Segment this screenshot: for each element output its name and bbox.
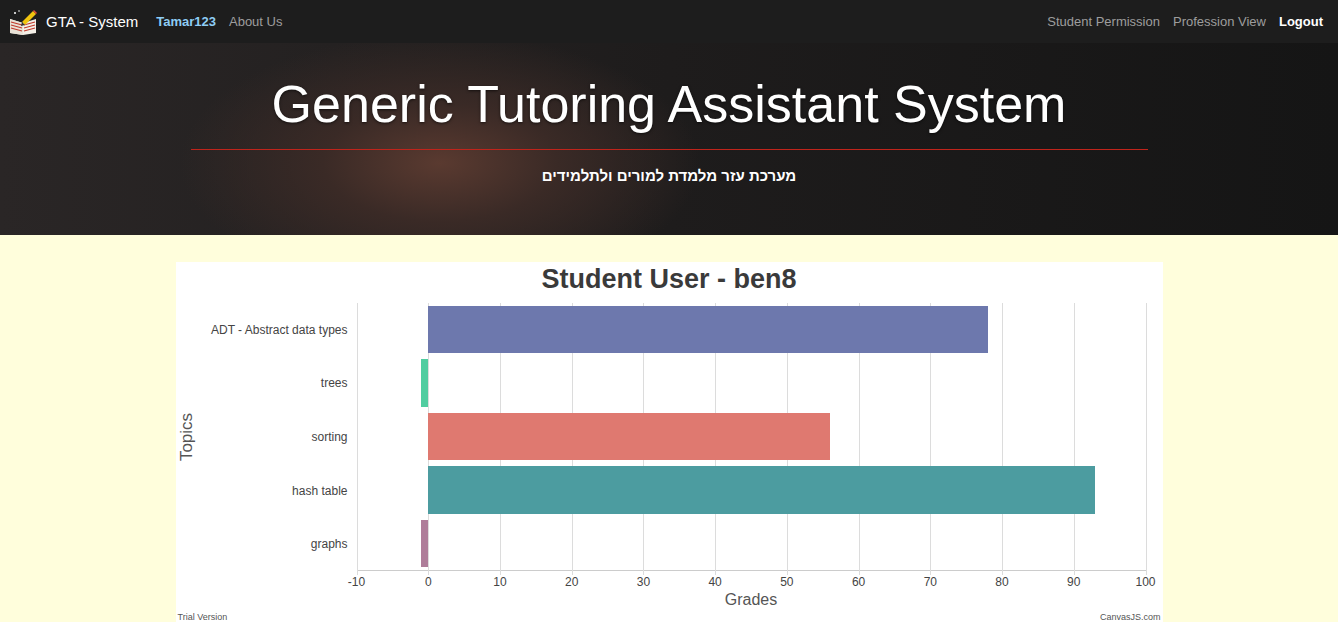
user-link[interactable]: Tamar123 <box>156 14 216 29</box>
category-label: trees <box>200 357 357 411</box>
tick-label: 20 <box>565 575 578 589</box>
hero-divider <box>191 149 1148 150</box>
gridline <box>1074 303 1075 575</box>
nav-link[interactable]: About Us <box>229 14 282 29</box>
nav-link[interactable]: Student Permission <box>1047 14 1160 29</box>
category-labels: ADT - Abstract data typestreessortinghas… <box>200 303 357 571</box>
gridline <box>1146 303 1147 575</box>
tick-label: 40 <box>708 575 721 589</box>
bar[interactable] <box>421 520 428 567</box>
nav-link[interactable]: Logout <box>1279 14 1323 29</box>
hero-banner: Generic Tutoring Assistant System מערכת … <box>0 43 1338 235</box>
bar[interactable] <box>428 306 987 353</box>
hero-subtitle: מערכת עזר מלמדת למורים ולתלמידים <box>0 167 1338 185</box>
tick-label: 10 <box>493 575 506 589</box>
tick-label: 90 <box>1067 575 1080 589</box>
trial-note: Trial Version <box>178 612 228 622</box>
category-label: ADT - Abstract data types <box>200 303 357 357</box>
x-axis-title: Grades <box>357 591 1146 609</box>
category-label: sorting <box>200 410 357 464</box>
hero-title: Generic Tutoring Assistant System <box>0 73 1338 135</box>
gridline <box>1002 303 1003 575</box>
tick-label: 60 <box>852 575 865 589</box>
credit-link[interactable]: CanvasJS.com <box>1100 612 1161 622</box>
tick-label: 100 <box>1135 575 1155 589</box>
tick-label: 70 <box>924 575 937 589</box>
y-axis-title: Topics <box>178 413 198 461</box>
nav-link[interactable]: Profession View <box>1173 14 1266 29</box>
tick-label: 80 <box>995 575 1008 589</box>
plot-area <box>357 303 1146 571</box>
tick-label: -10 <box>348 575 365 589</box>
bar[interactable] <box>428 466 1095 513</box>
bar[interactable] <box>421 359 428 406</box>
brand-name: GTA - System <box>46 13 138 30</box>
page: GTA - System Tamar123 About Us Student P… <box>0 0 1338 622</box>
tick-label: 30 <box>637 575 650 589</box>
bar[interactable] <box>428 413 830 460</box>
x-axis: -100102030405060708090100 <box>357 571 1146 591</box>
category-label: hash table <box>200 464 357 518</box>
bar-chart: Student User - ben8 Topics ADT - Abstrac… <box>176 262 1163 622</box>
tick-label: 0 <box>425 575 432 589</box>
brand[interactable]: GTA - System <box>8 9 138 35</box>
chart-title: Student User - ben8 <box>176 262 1163 300</box>
navbar: GTA - System Tamar123 About Us Student P… <box>0 0 1338 43</box>
tick-label: 50 <box>780 575 793 589</box>
gridline <box>357 303 358 575</box>
content: Student User - ben8 Topics ADT - Abstrac… <box>0 235 1338 622</box>
notebook-pencil-icon <box>8 9 38 35</box>
category-label: graphs <box>200 517 357 571</box>
